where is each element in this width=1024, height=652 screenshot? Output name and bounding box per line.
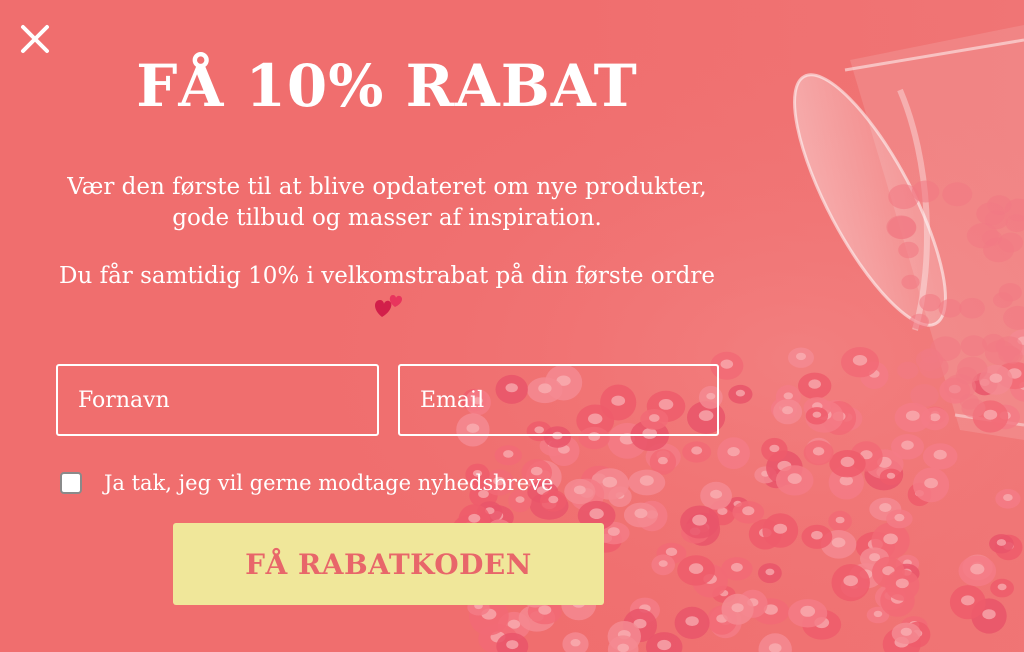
bead-hole [658,560,668,567]
bead-hole [769,444,780,453]
bead-hole [602,476,618,488]
popup-title: FÅ 10% RABAT [136,52,638,120]
two-hearts-icon [375,295,403,317]
bead [897,361,919,379]
bead-hole [688,563,704,574]
newsletter-consent[interactable]: Ja tak, jeg vil gerne modtage nyhedsbrev… [60,468,553,498]
bead-hole [812,447,825,456]
bead [909,313,929,330]
bead-hole [835,516,845,524]
bead-hole [905,410,920,421]
bead [901,274,920,290]
bead-hole [970,563,985,575]
bead-hole [710,489,723,499]
bead-hole [843,575,858,587]
bead-hole [996,539,1007,546]
bead-hole [811,530,823,540]
bead-hole [692,514,707,526]
bead-hole [573,485,586,495]
bead [960,335,987,357]
bead-hole [765,568,775,576]
bead-hole [782,406,794,415]
bead [995,336,1023,358]
bead [993,292,1013,308]
bead-hole [639,475,654,486]
bead [938,299,962,318]
bead [911,180,940,203]
bead [886,215,916,239]
consent-label[interactable]: Ja tak, jeg vil gerne modtage nyhedsbrev… [104,471,553,495]
bead-hole [1003,494,1013,501]
bead [984,210,1009,230]
bead [915,349,944,371]
email-field[interactable] [398,364,719,436]
bead [942,182,973,207]
bead-hole [812,411,822,418]
close-icon [21,25,49,53]
popup-subtitle: Vær den første til at blive opdateret om… [67,174,707,231]
bead [919,294,941,312]
bead-hole [800,605,816,617]
bead-hole [961,595,975,606]
bead-hole [852,355,868,366]
first-name-field[interactable] [56,364,379,436]
bead-hole [783,392,793,400]
bead-hole [933,449,947,460]
bead [898,241,919,259]
bead-hole [570,639,581,647]
bead-hole [924,478,938,489]
bead-hole [895,578,909,589]
bead [998,232,1024,253]
bead-hole [796,352,806,361]
bead-hole [731,603,744,613]
bead-hole [900,627,912,636]
bead-hole [879,503,892,512]
bead-hole [883,533,898,545]
bead-hole [503,450,514,458]
bead-hole [727,447,740,457]
newsletter-popup: FÅ 10% RABAT Vær den første til at blive… [0,0,1024,652]
bead-hole [808,379,821,389]
bead-hole [617,643,629,652]
bead-hole [657,456,668,465]
bead-hole [831,537,846,548]
bead-hole [685,616,699,626]
bead-hole [787,473,802,484]
bead-hole [983,409,998,420]
first-name-input[interactable] [58,366,377,434]
bead-hole [982,609,996,620]
bead-hole [997,583,1007,591]
bead-hole [589,508,604,519]
bead-hole [989,373,1003,383]
bead-hole [731,562,743,572]
bead-hole [468,513,481,523]
bead-hole [691,446,703,455]
consent-checkbox[interactable] [60,472,82,494]
bead-hole [607,527,620,536]
bead [944,374,976,400]
email-input[interactable] [400,366,717,434]
close-button[interactable] [14,18,54,58]
bead [959,297,985,319]
bead-hole [720,359,734,369]
bead-hole [657,639,672,651]
bead-hole [840,456,855,467]
bead [910,384,939,407]
bead-hole [929,413,941,422]
bead-hole [873,610,883,618]
bead-hole [665,547,678,556]
bead-hole [735,389,746,397]
bead-hole [886,472,896,479]
bead-hole [742,506,755,516]
offer-text-block: Du får samtidig 10% i velkomstrabat på d… [40,261,734,323]
bead-hole [773,523,788,534]
offer-text: Du får samtidig 10% i velkomstrabat på d… [59,263,715,289]
get-discount-code-button[interactable]: FÅ RABATKODEN [173,523,604,605]
bead-hole [901,440,914,450]
bead-hole [506,640,519,650]
bead-hole [634,508,648,519]
bead-hole [894,513,905,522]
